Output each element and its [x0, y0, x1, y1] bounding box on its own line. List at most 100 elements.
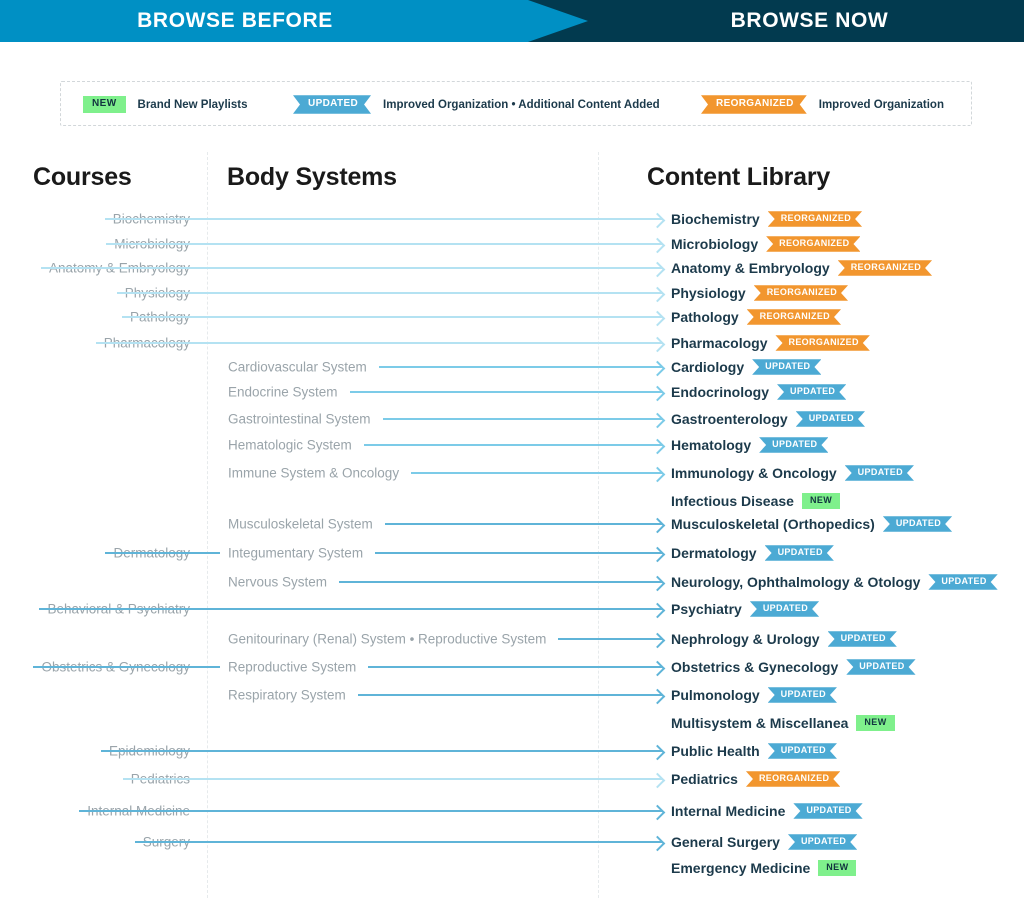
content-library-label[interactable]: Infectious Disease NEW: [671, 493, 841, 509]
status-badge-new: NEW: [801, 493, 841, 509]
body-system-label[interactable]: Cardiovascular System: [228, 360, 367, 375]
status-badge-reorganized: REORGANIZED: [754, 285, 848, 300]
body-system-label[interactable]: Respiratory System: [228, 688, 346, 703]
mapping-arrow: [95, 342, 662, 344]
content-library-label[interactable]: Cardiology UPDATED: [671, 359, 821, 375]
content-library-title: Infectious Disease: [671, 493, 794, 509]
content-library-label[interactable]: Multisystem & Miscellanea NEW: [671, 715, 895, 731]
content-library-label[interactable]: General Surgery UPDATED: [671, 834, 857, 850]
body-system-label[interactable]: Integumentary System: [228, 546, 363, 561]
mapping-diagram: Courses Body Systems Content Library Bio…: [0, 126, 1024, 898]
content-library-label[interactable]: Pharmacology REORGANIZED: [671, 335, 870, 351]
mapping-arrow: [106, 243, 662, 245]
body-system-label[interactable]: Gastrointestinal System: [228, 412, 371, 427]
content-library-title: Psychiatry: [671, 601, 742, 617]
content-library-label[interactable]: Dermatology UPDATED: [671, 545, 834, 561]
content-library-title: Physiology: [671, 285, 746, 301]
status-badge-updated: UPDATED: [788, 834, 857, 849]
content-library-title: Dermatology: [671, 545, 757, 561]
status-badge-updated: UPDATED: [845, 465, 914, 480]
status-badge-updated: UPDATED: [796, 411, 865, 426]
content-library-title: Hematology: [671, 437, 752, 453]
status-badge-reorganized: REORGANIZED: [775, 335, 869, 350]
content-library-label[interactable]: Internal Medicine UPDATED: [671, 803, 863, 819]
content-library-title: Anatomy & Embryology: [671, 260, 830, 276]
column-title-courses: Courses: [33, 163, 132, 191]
mapping-arrow: [411, 472, 662, 474]
content-library-label[interactable]: Anatomy & Embryology REORGANIZED: [671, 260, 932, 276]
mapping-arrow: [104, 218, 662, 220]
header-browse-now-label: BROWSE NOW: [730, 9, 889, 32]
content-library-title: Pathology: [671, 309, 739, 325]
status-badge-reorganized: REORGANIZED: [746, 771, 840, 786]
body-system-label[interactable]: Reproductive System: [228, 660, 356, 675]
legend-badge-reorganized: REORGANIZED: [701, 95, 807, 114]
content-library-title: Neurology, Ophthalmology & Otology: [671, 574, 921, 590]
body-system-label[interactable]: Hematologic System: [228, 438, 352, 453]
connector-line: [105, 552, 220, 554]
legend-item-updated: UPDATED Improved Organization • Addition…: [293, 82, 660, 127]
body-system-label[interactable]: Nervous System: [228, 575, 327, 590]
content-library-label[interactable]: Psychiatry UPDATED: [671, 601, 819, 617]
header-browse-before-label: BROWSE BEFORE: [137, 9, 333, 32]
content-library-label[interactable]: Obstetrics & Gynecology UPDATED: [671, 659, 916, 675]
status-badge-updated: UPDATED: [768, 743, 837, 758]
content-library-label[interactable]: Pulmonology UPDATED: [671, 687, 837, 703]
content-library-label[interactable]: Hematology UPDATED: [671, 437, 828, 453]
content-library-label[interactable]: Musculoskeletal (Orthopedics) UPDATED: [671, 516, 952, 532]
content-library-label[interactable]: Immunology & Oncology UPDATED: [671, 465, 914, 481]
legend-item-reorganized: REORGANIZED Improved Organization: [701, 82, 944, 127]
content-library-label[interactable]: Endocrinology UPDATED: [671, 384, 846, 400]
mapping-arrow: [368, 666, 662, 668]
mapping-arrow: [349, 391, 662, 393]
status-badge-new: NEW: [856, 715, 895, 731]
content-library-label[interactable]: Pediatrics REORGANIZED: [671, 771, 840, 787]
mapping-arrow: [134, 841, 662, 843]
content-library-title: Microbiology: [671, 236, 759, 252]
mapping-arrow: [375, 552, 662, 554]
legend-badge-updated: UPDATED: [293, 95, 371, 114]
status-badge-updated: UPDATED: [793, 803, 862, 818]
status-badge-updated: UPDATED: [883, 516, 952, 531]
legend-box: NEW Brand New Playlists UPDATED Improved…: [60, 81, 972, 126]
connector-line: [33, 666, 220, 668]
body-system-label[interactable]: Endocrine System: [228, 385, 338, 400]
status-badge-updated: UPDATED: [765, 545, 834, 560]
mapping-arrow: [384, 523, 662, 525]
content-library-label[interactable]: Nephrology & Urology UPDATED: [671, 631, 897, 647]
mapping-arrow: [382, 418, 662, 420]
mapping-arrow: [558, 638, 662, 640]
content-library-label[interactable]: Gastroenterology UPDATED: [671, 411, 865, 427]
content-library-label[interactable]: Public Health UPDATED: [671, 743, 837, 759]
status-badge-reorganized: REORGANIZED: [768, 211, 862, 226]
content-library-title: Musculoskeletal (Orthopedics): [671, 516, 875, 532]
content-library-label[interactable]: Biochemistry REORGANIZED: [671, 211, 862, 227]
mapping-arrow: [40, 267, 662, 269]
content-library-title: Endocrinology: [671, 384, 769, 400]
legend-item-new: NEW Brand New Playlists: [83, 82, 247, 127]
status-badge-updated: UPDATED: [846, 659, 915, 674]
content-library-title: Cardiology: [671, 359, 745, 375]
status-badge-reorganized: REORGANIZED: [747, 309, 841, 324]
body-system-label[interactable]: Musculoskeletal System: [228, 517, 373, 532]
content-library-title: Public Health: [671, 743, 760, 759]
content-library-title: Pharmacology: [671, 335, 768, 351]
content-library-label[interactable]: Pathology REORGANIZED: [671, 309, 841, 325]
legend-label-new: Brand New Playlists: [137, 98, 248, 111]
content-library-title: Multisystem & Miscellanea: [671, 715, 849, 731]
mapping-arrow: [100, 750, 662, 752]
content-library-label[interactable]: Emergency Medicine NEW: [671, 860, 857, 876]
mapping-arrow: [363, 444, 662, 446]
mapping-arrow: [339, 581, 662, 583]
body-system-label[interactable]: Immune System & Oncology: [228, 466, 399, 481]
status-badge-updated: UPDATED: [750, 601, 819, 616]
mapping-arrow: [121, 316, 662, 318]
content-library-label[interactable]: Neurology, Ophthalmology & Otology UPDATE…: [671, 574, 998, 590]
body-system-label[interactable]: Genitourinary (Renal) System • Reproduct…: [228, 632, 546, 647]
content-library-label[interactable]: Physiology REORGANIZED: [671, 285, 848, 301]
mapping-arrow: [378, 366, 662, 368]
status-badge-new: NEW: [818, 860, 857, 876]
content-library-label[interactable]: Microbiology REORGANIZED: [671, 236, 860, 252]
status-badge-updated: UPDATED: [768, 687, 837, 702]
mapping-arrow: [122, 778, 662, 780]
